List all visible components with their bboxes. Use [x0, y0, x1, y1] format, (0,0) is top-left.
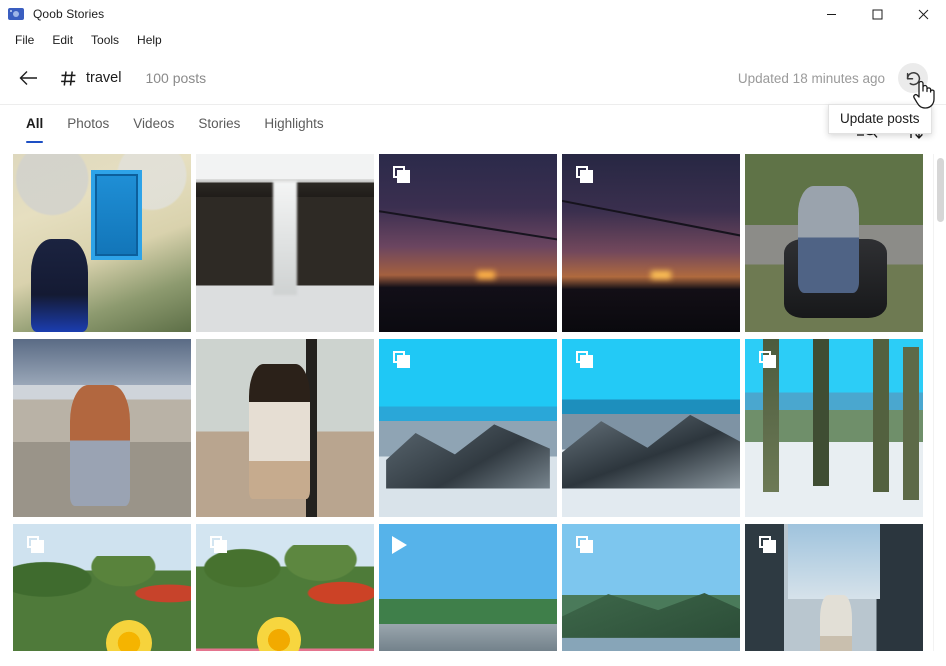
window-title: Qoob Stories	[33, 7, 105, 21]
tab-highlights-label: Highlights	[264, 116, 324, 131]
window-controls	[808, 0, 946, 28]
grid-tile[interactable]	[379, 154, 557, 332]
grid-tile[interactable]	[745, 154, 923, 332]
grid-tile[interactable]	[562, 524, 740, 651]
grid-tile[interactable]	[196, 154, 374, 332]
grid-tile[interactable]	[379, 524, 557, 651]
minimize-icon	[826, 13, 836, 15]
tile-thumbnail-woman-street-brown	[13, 339, 191, 517]
video-play-icon	[392, 536, 407, 554]
multi-post-icon	[576, 166, 594, 184]
menu-item-help[interactable]: Help	[128, 30, 171, 50]
close-button[interactable]	[900, 0, 946, 28]
tile-thumbnail-waterfall-bw	[196, 154, 374, 332]
multi-post-icon	[393, 166, 411, 184]
tile-thumbnail-woman-cafe-window	[196, 339, 374, 517]
tooltip-update-posts: Update posts	[828, 104, 932, 134]
back-button[interactable]	[14, 63, 44, 93]
grid-tile[interactable]	[196, 524, 374, 651]
refresh-icon	[906, 71, 920, 85]
menu-item-file[interactable]: File	[6, 30, 43, 50]
menu-item-edit[interactable]: Edit	[43, 30, 82, 50]
grid-tile[interactable]	[562, 339, 740, 517]
grid-tile[interactable]	[745, 339, 923, 517]
grid-tile[interactable]	[196, 339, 374, 517]
grid-tile[interactable]	[13, 154, 191, 332]
grid-tile[interactable]	[379, 339, 557, 517]
page-title: travel	[86, 70, 122, 86]
multi-post-icon	[210, 536, 228, 554]
title-bar: Qoob Stories	[0, 0, 946, 28]
vertical-scrollbar[interactable]	[933, 154, 946, 651]
arrow-left-icon	[19, 71, 37, 85]
menu-item-tools[interactable]: Tools	[82, 30, 128, 50]
hashtag-icon	[60, 70, 77, 87]
post-count: 100 posts	[145, 70, 207, 86]
tile-thumbnail-woman-blue-window	[13, 154, 191, 332]
tab-videos-label: Videos	[133, 116, 175, 131]
maximize-icon	[872, 9, 882, 19]
tab-all[interactable]: All	[14, 105, 55, 154]
grid-tile[interactable]	[13, 339, 191, 517]
refresh-button[interactable]	[898, 63, 928, 93]
tabs-list: All Photos Videos Stories Highlights	[14, 105, 336, 154]
updated-status: Updated 18 minutes ago	[737, 70, 885, 86]
grid-tile[interactable]	[13, 524, 191, 651]
tab-videos[interactable]: Videos	[121, 105, 186, 154]
multi-post-icon	[759, 351, 777, 369]
multi-post-icon	[576, 536, 594, 554]
multi-post-icon	[393, 351, 411, 369]
tab-highlights[interactable]: Highlights	[252, 105, 335, 154]
tile-thumbnail-man-motorbike-road	[745, 154, 923, 332]
page-header: travel 100 posts Updated 18 minutes ago	[0, 52, 946, 104]
minimize-button[interactable]	[808, 0, 854, 28]
maximize-button[interactable]	[854, 0, 900, 28]
close-icon	[918, 9, 928, 19]
tab-all-label: All	[26, 116, 44, 131]
menu-bar: File Edit Tools Help	[0, 28, 946, 52]
tab-photos-label: Photos	[67, 116, 110, 131]
tab-active-underline	[26, 140, 44, 143]
scrollbar-thumb[interactable]	[937, 158, 944, 222]
tab-photos[interactable]: Photos	[55, 105, 121, 154]
tab-stories[interactable]: Stories	[186, 105, 252, 154]
posts-grid	[13, 154, 946, 651]
grid-tile[interactable]	[562, 154, 740, 332]
tabs-bar: All Photos Videos Stories Highlights	[0, 104, 946, 154]
posts-grid-container	[0, 154, 946, 651]
multi-post-icon	[576, 351, 594, 369]
grid-tile[interactable]	[745, 524, 923, 651]
tab-stories-label: Stories	[198, 116, 241, 131]
app-logo-icon	[8, 6, 24, 22]
multi-post-icon	[759, 536, 777, 554]
multi-post-icon	[27, 536, 45, 554]
